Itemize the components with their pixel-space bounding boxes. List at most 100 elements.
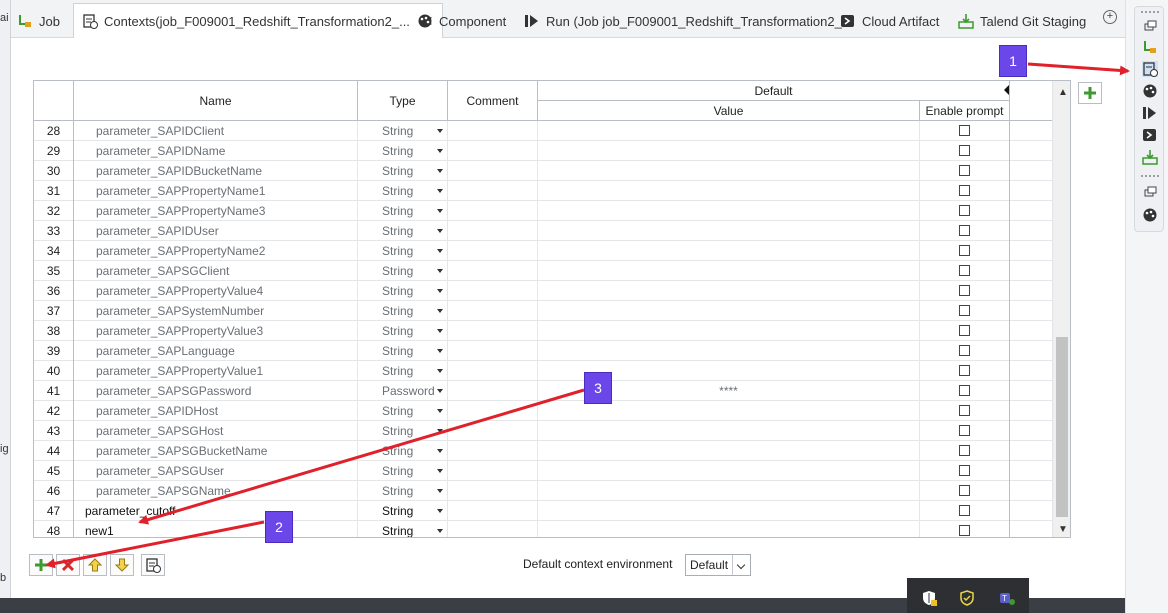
table-row[interactable]: 48 new1 String [34, 521, 1052, 537]
enable-prompt-checkbox[interactable] [959, 285, 970, 296]
variable-type-select[interactable]: String [358, 281, 448, 301]
comment-cell[interactable] [448, 141, 538, 161]
table-row[interactable]: 35 parameter_SAPSGClient String [34, 261, 1052, 281]
value-cell[interactable] [538, 221, 920, 241]
variable-type-select[interactable]: String [358, 201, 448, 221]
tab-job[interactable]: Job [17, 4, 60, 38]
comment-cell[interactable] [448, 301, 538, 321]
component-icon[interactable] [1142, 83, 1158, 99]
table-row[interactable]: 28 parameter_SAPIDClient String [34, 121, 1052, 141]
value-cell[interactable] [538, 141, 920, 161]
variable-name-cell[interactable]: parameter_SAPPropertyName1 [74, 181, 358, 201]
comment-cell[interactable] [448, 341, 538, 361]
variable-type-select[interactable]: String [358, 121, 448, 141]
header-default[interactable]: Default [538, 81, 1010, 101]
comment-cell[interactable] [448, 241, 538, 261]
value-cell[interactable] [538, 241, 920, 261]
enable-prompt-checkbox[interactable] [959, 325, 970, 336]
comment-cell[interactable] [448, 121, 538, 141]
enable-prompt-checkbox[interactable] [959, 245, 970, 256]
comment-cell[interactable] [448, 381, 538, 401]
table-row[interactable]: 37 parameter_SAPSystemNumber String [34, 301, 1052, 321]
value-cell[interactable] [538, 341, 920, 361]
component-icon[interactable] [1142, 207, 1158, 223]
variable-name-cell[interactable]: parameter_SAPSGClient [74, 261, 358, 281]
collapse-left-icon[interactable] [1004, 85, 1009, 95]
variable-type-select[interactable]: String [358, 301, 448, 321]
variable-name-cell[interactable]: parameter_SAPPropertyValue1 [74, 361, 358, 381]
table-row[interactable]: 43 parameter_SAPSGHost String [34, 421, 1052, 441]
variable-name-cell[interactable]: parameter_SAPIDBucketName [74, 161, 358, 181]
value-cell[interactable] [538, 181, 920, 201]
value-cell[interactable] [538, 481, 920, 501]
add-context-group-button[interactable] [1078, 82, 1102, 104]
tab-cloud-artifact[interactable]: Cloud Artifact [840, 4, 939, 38]
table-row[interactable]: 39 parameter_SAPLanguage String [34, 341, 1052, 361]
table-row[interactable]: 31 parameter_SAPPropertyName1 String [34, 181, 1052, 201]
variable-type-select[interactable]: String [358, 461, 448, 481]
header-value[interactable]: Value [538, 101, 920, 121]
enable-prompt-checkbox[interactable] [959, 345, 970, 356]
restore-icon[interactable] [1142, 19, 1158, 35]
comment-cell[interactable] [448, 161, 538, 181]
variable-name-cell[interactable]: parameter_SAPSGUser [74, 461, 358, 481]
variable-type-select[interactable]: String [358, 421, 448, 441]
enable-prompt-checkbox[interactable] [959, 305, 970, 316]
defender-warning-icon[interactable] [921, 590, 937, 606]
tab-run[interactable]: Run (Job job_F009001_Redshift_Transforma… [524, 4, 853, 38]
table-row[interactable]: 36 parameter_SAPPropertyValue4 String [34, 281, 1052, 301]
variable-type-select[interactable]: String [358, 361, 448, 381]
enable-prompt-checkbox[interactable] [959, 425, 970, 436]
variable-type-select[interactable]: String [358, 321, 448, 341]
tab-component[interactable]: Component [417, 4, 506, 38]
enable-prompt-checkbox[interactable] [959, 365, 970, 376]
enable-prompt-checkbox[interactable] [959, 265, 970, 276]
add-variable-button[interactable] [29, 554, 53, 576]
value-cell[interactable] [538, 161, 920, 181]
variable-type-select[interactable]: String [358, 261, 448, 281]
variable-name-cell[interactable]: parameter_SAPIDHost [74, 401, 358, 421]
cloud-artifact-icon[interactable] [1142, 127, 1158, 143]
variable-name-cell[interactable]: new1 [74, 521, 358, 537]
comment-cell[interactable] [448, 441, 538, 461]
variable-type-select[interactable]: String [358, 161, 448, 181]
tab-git-staging[interactable]: Talend Git Staging [958, 4, 1086, 38]
header-enable-prompt[interactable]: Enable prompt [920, 101, 1010, 121]
table-row[interactable]: 42 parameter_SAPIDHost String [34, 401, 1052, 421]
variable-type-select[interactable]: String [358, 441, 448, 461]
variable-name-cell[interactable]: parameter_SAPPropertyName2 [74, 241, 358, 261]
variable-name-cell[interactable]: parameter_SAPPropertyValue3 [74, 321, 358, 341]
job-icon[interactable] [1142, 39, 1158, 55]
shield-check-icon[interactable] [959, 590, 975, 606]
enable-prompt-checkbox[interactable] [959, 505, 970, 516]
table-row[interactable]: 38 parameter_SAPPropertyValue3 String [34, 321, 1052, 341]
enable-prompt-checkbox[interactable] [959, 205, 970, 216]
variable-type-select[interactable]: String [358, 181, 448, 201]
variable-type-select[interactable]: Password [358, 381, 448, 401]
enable-prompt-checkbox[interactable] [959, 185, 970, 196]
variable-name-cell[interactable]: parameter_SAPSGHost [74, 421, 358, 441]
variable-name-cell[interactable]: parameter_SAPSystemNumber [74, 301, 358, 321]
variable-type-select[interactable]: String [358, 521, 448, 537]
enable-prompt-checkbox[interactable] [959, 165, 970, 176]
enable-prompt-checkbox[interactable] [959, 385, 970, 396]
comment-cell[interactable] [448, 481, 538, 501]
value-cell[interactable] [538, 321, 920, 341]
enable-prompt-checkbox[interactable] [959, 405, 970, 416]
value-cell[interactable] [538, 521, 920, 537]
value-cell[interactable] [538, 281, 920, 301]
variable-name-cell[interactable]: parameter_SAPSGName [74, 481, 358, 501]
vertical-scrollbar[interactable]: ▲ ▼ [1052, 81, 1070, 537]
table-row[interactable]: 46 parameter_SAPSGName String [34, 481, 1052, 501]
table-row[interactable]: 41 parameter_SAPSGPassword Password **** [34, 381, 1052, 401]
enable-prompt-checkbox[interactable] [959, 485, 970, 496]
comment-cell[interactable] [448, 181, 538, 201]
comment-cell[interactable] [448, 521, 538, 537]
comment-cell[interactable] [448, 401, 538, 421]
scroll-down-icon[interactable]: ▼ [1058, 524, 1068, 535]
value-cell[interactable] [538, 401, 920, 421]
tab-contexts[interactable]: Contexts(job_F009001_Redshift_Transforma… [73, 3, 443, 39]
comment-cell[interactable] [448, 501, 538, 521]
table-row[interactable]: 47 parameter_cutoff String [34, 501, 1052, 521]
value-cell[interactable] [538, 441, 920, 461]
